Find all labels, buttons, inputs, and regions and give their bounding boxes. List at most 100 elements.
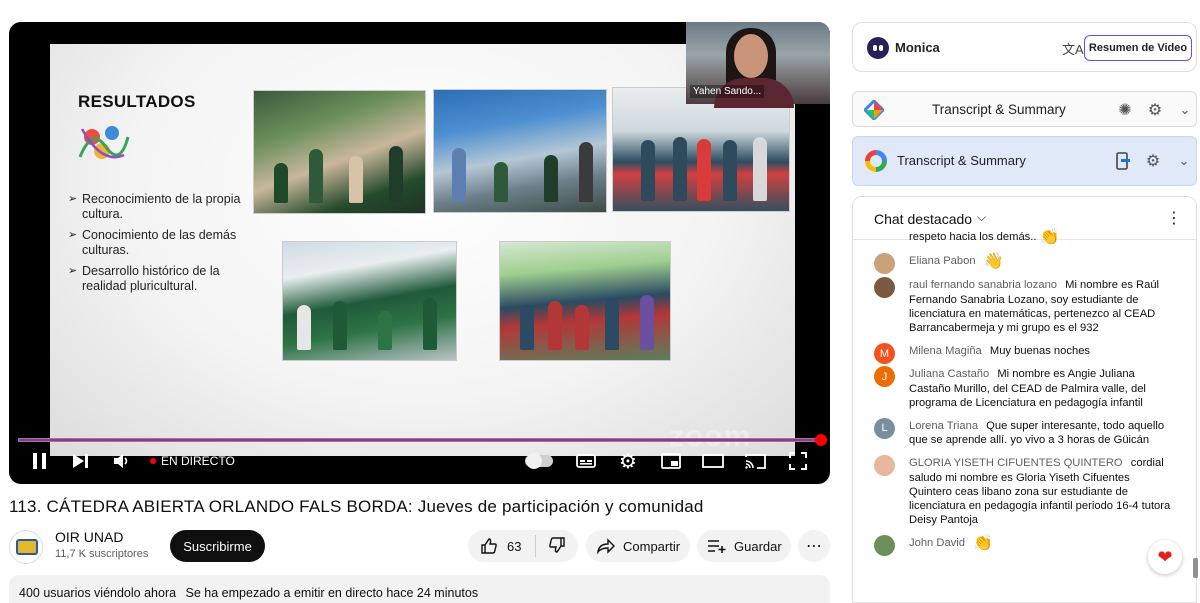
- message-text: respeto hacia los demás..: [909, 231, 1037, 243]
- message-author: Lorena Triana: [909, 420, 979, 433]
- chat-mode-selector[interactable]: Chat destacado: [874, 211, 972, 227]
- live-dot: [150, 458, 156, 464]
- live-chat-panel: Chat destacado ⌵ ⋮ respeto hacia los dem…: [852, 196, 1197, 603]
- save-button[interactable]: Guardar: [697, 530, 791, 562]
- presentation-slide: RESULTADOS Reconocimiento de la propia c…: [50, 44, 795, 456]
- thumbs-up-icon: [481, 538, 497, 554]
- like-dislike-group: 63: [468, 530, 578, 562]
- theater-icon[interactable]: [700, 448, 726, 474]
- avatar: J: [874, 366, 895, 388]
- monica-name: Monica: [895, 40, 940, 55]
- avatar: [874, 455, 895, 477]
- volume-icon[interactable]: [110, 448, 134, 474]
- monica-logo-icon: [867, 37, 889, 59]
- chat-message: GLORIA YISETH CIFUENTES QUINTERO cordial…: [853, 455, 1183, 527]
- chat-message: John David 👏: [853, 535, 1183, 557]
- transcript-summary-label: Transcript & Summary: [897, 153, 1026, 168]
- fullscreen-icon[interactable]: [786, 448, 810, 474]
- chat-message: Eliana Pabon 👋: [853, 253, 1183, 275]
- google-transcript-summary-panel[interactable]: Transcript & Summary ⚙ ⌄: [852, 136, 1197, 186]
- avatar: [874, 277, 895, 299]
- like-button[interactable]: 63: [468, 535, 536, 557]
- chat-message-list: respeto hacia los demás.. 👏 Eliana Pabon…: [853, 229, 1183, 561]
- autoplay-toggle[interactable]: [524, 448, 554, 474]
- save-label: Guardar: [734, 538, 782, 554]
- slide-title: RESULTADOS: [78, 92, 196, 111]
- viewer-count: 400 usuarios viéndolo ahora: [19, 586, 177, 600]
- chevron-down-icon[interactable]: ⌄: [1174, 151, 1194, 171]
- avatar: M: [874, 343, 895, 365]
- translate-icon[interactable]: 文A: [1062, 39, 1084, 58]
- stream-start-time: Se ha empezado a emitir en directo hace …: [185, 586, 479, 600]
- export-icon[interactable]: [1113, 151, 1133, 171]
- clap-emoji: 👏: [1039, 229, 1060, 246]
- chat-message: J Juliana Castaño Mi nombre es Angie Jul…: [853, 366, 1183, 410]
- classroom-photo: [282, 241, 457, 361]
- video-player[interactable]: RESULTADOS Reconocimiento de la propia c…: [9, 22, 830, 484]
- participant-name: Yahen Sando...: [690, 85, 765, 98]
- pause-icon[interactable]: [29, 448, 51, 474]
- heart-reaction-icon[interactable]: ❤: [1148, 540, 1182, 574]
- clap-emoji: 👏: [973, 535, 994, 553]
- youtube-watch-page: RESULTADOS Reconocimiento de la propia c…: [0, 0, 1200, 603]
- slide-bullet: Desarrollo histórico de la realidad plur…: [68, 264, 258, 294]
- channel-name[interactable]: OIR UNAD: [55, 529, 123, 545]
- player-controls: EN DIRECTO ⚙: [9, 440, 830, 484]
- diamond-logo-icon: [864, 100, 884, 120]
- video-summary-button[interactable]: Resumen de Video: [1084, 35, 1192, 61]
- chat-message: L Lorena Triana Que super interesante, t…: [853, 418, 1183, 447]
- avatar: L: [874, 418, 895, 440]
- slide-bullet: Reconocimiento de la propia cultura.: [68, 192, 258, 222]
- playlist-add-icon: [707, 538, 727, 554]
- share-button[interactable]: Compartir: [586, 530, 690, 562]
- gear-icon[interactable]: ⚙: [617, 448, 639, 474]
- culture-logo-image: [78, 126, 130, 159]
- video-title: 113. CÁTEDRA ABIERTA ORLANDO FALS BORDA:…: [9, 497, 704, 516]
- openai-icon[interactable]: ✺: [1115, 100, 1135, 120]
- gear-icon[interactable]: ⚙: [1145, 100, 1165, 120]
- chevron-down-icon[interactable]: ⌄: [1175, 100, 1195, 120]
- participant-video-thumbnail: Yahen Sando...: [686, 22, 830, 108]
- avatar: [874, 253, 895, 275]
- chat-message: raul fernando sanabria lozano Mi nombre …: [853, 277, 1183, 335]
- students-photo: [499, 241, 671, 361]
- transcript-summary-label: Transcript & Summary: [932, 102, 1066, 117]
- channel-avatar[interactable]: [9, 530, 43, 564]
- next-icon[interactable]: [70, 448, 92, 474]
- transcript-summary-panel[interactable]: Transcript & Summary ✺ ⚙ ⌄: [852, 91, 1197, 127]
- live-label: EN DIRECTO: [161, 454, 235, 468]
- message-author: John David: [909, 537, 965, 550]
- chat-message: respeto hacia los demás.. 👏: [853, 229, 1183, 246]
- miniplayer-icon[interactable]: [659, 448, 683, 474]
- message-author: Juliana Castaño: [909, 368, 990, 381]
- wave-emoji: 👋: [983, 253, 1004, 271]
- slide-bullets: Reconocimiento de la propia cultura. Con…: [68, 192, 258, 300]
- cast-icon[interactable]: [743, 448, 769, 474]
- subscriber-count: 11,7 K suscriptores: [55, 548, 149, 560]
- message-author: Eliana Pabon: [909, 255, 976, 268]
- like-count: 63: [507, 538, 522, 554]
- chat-menu-icon[interactable]: ⋮: [1166, 208, 1182, 228]
- message-author: GLORIA YISETH CIFUENTES QUINTERO: [909, 457, 1123, 470]
- classroom-photo: [253, 90, 426, 214]
- google-logo-icon: [865, 150, 887, 172]
- monica-extension-panel: Monica 文A Resumen de Video: [852, 22, 1197, 72]
- description-box[interactable]: 400 usuarios viéndolo ahora Se ha empeza…: [9, 575, 830, 603]
- message-author: raul fernando sanabria lozano: [909, 279, 1058, 292]
- more-actions-icon[interactable]: ⋯: [798, 530, 830, 562]
- classroom-photo: [433, 89, 607, 213]
- subscribe-button[interactable]: Suscribirme: [170, 530, 265, 562]
- share-label: Compartir: [623, 538, 681, 554]
- avatar: [874, 535, 895, 557]
- captions-icon[interactable]: [575, 448, 597, 474]
- live-indicator[interactable]: EN DIRECTO: [150, 454, 235, 468]
- gear-icon[interactable]: ⚙: [1143, 151, 1163, 171]
- message-text: Muy buenas noches: [989, 345, 1091, 358]
- share-icon: [596, 538, 616, 554]
- chat-scrollbar[interactable]: [1193, 558, 1198, 578]
- dislike-button[interactable]: [536, 536, 566, 557]
- chevron-down-icon[interactable]: ⌵: [977, 210, 986, 225]
- thumbs-down-icon: [549, 536, 565, 553]
- slide-bullet: Conocimiento de las demás culturas.: [68, 228, 258, 258]
- message-author: Milena Magiña: [909, 345, 982, 358]
